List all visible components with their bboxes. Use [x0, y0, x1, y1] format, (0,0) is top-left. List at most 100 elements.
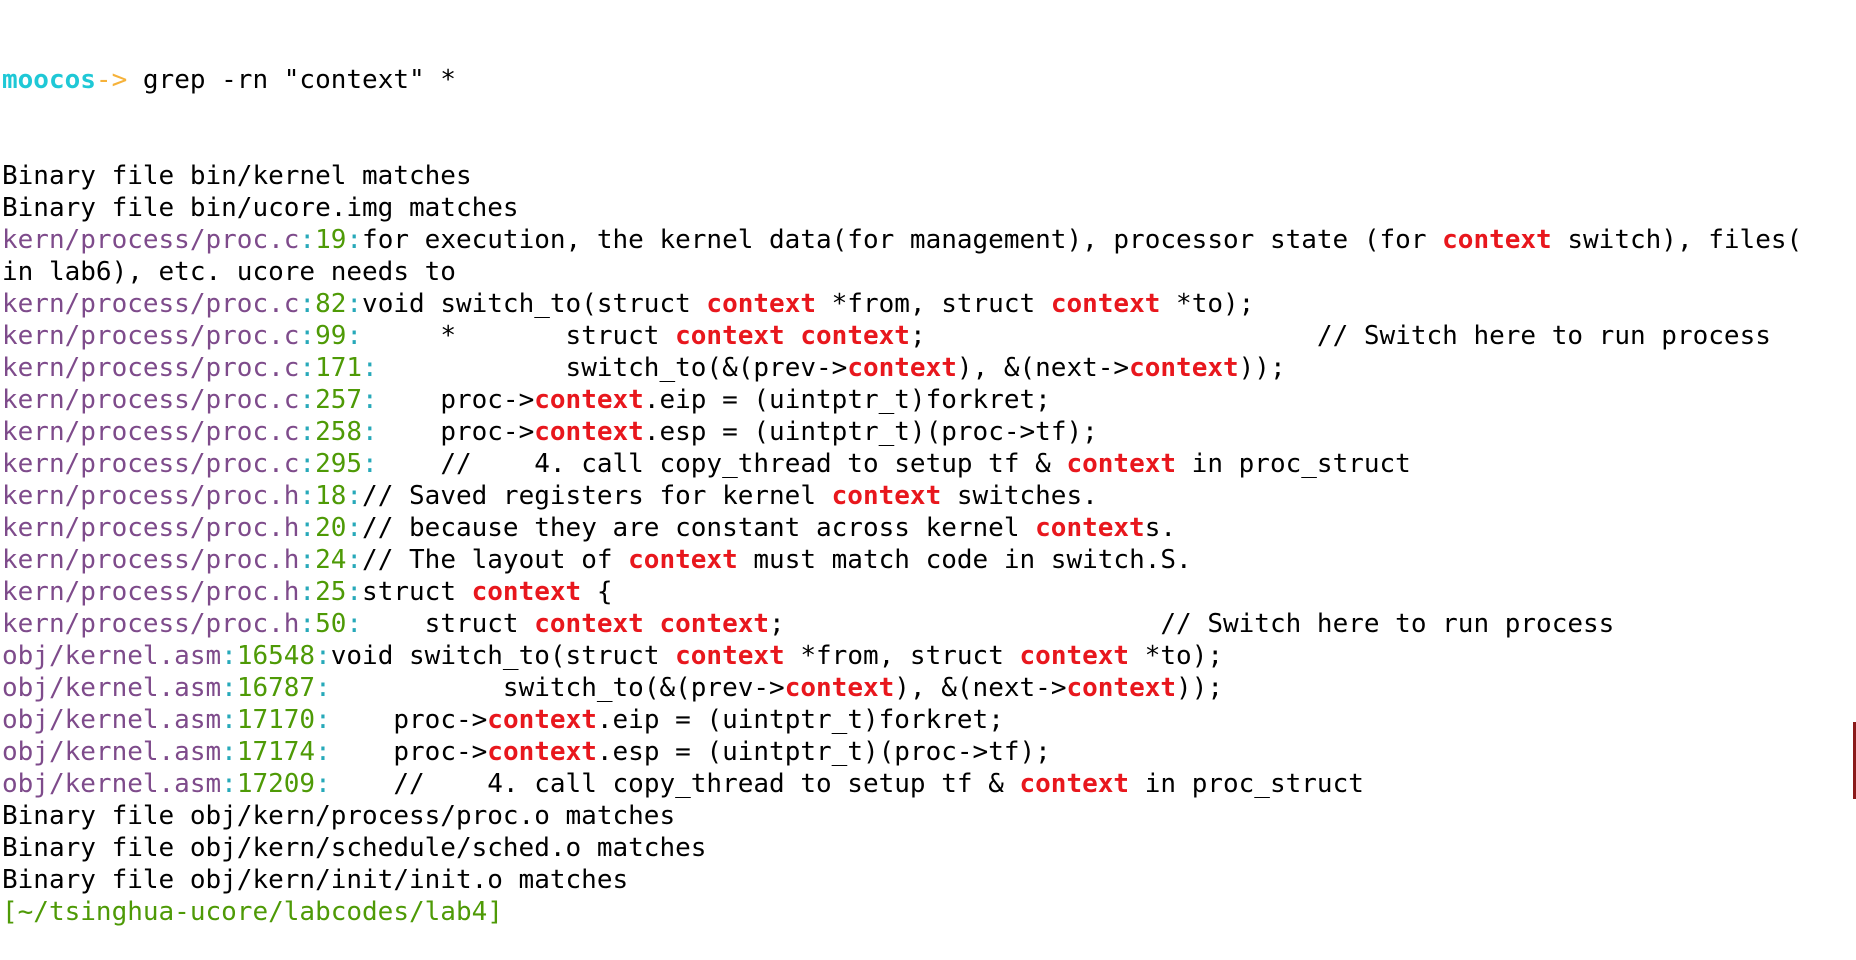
match-text: proc->: [377, 417, 535, 447]
match-highlight: context: [706, 289, 816, 319]
grep-match-line: kern/process/proc.c:258: proc->context.e…: [2, 416, 1854, 448]
match-filename: obj/kernel.asm: [2, 673, 222, 703]
match-separator: :: [346, 577, 363, 607]
match-text: ; // Switch here to run process: [769, 609, 1615, 639]
match-line-number: 17209: [236, 769, 316, 799]
binary-match-line: Binary file obj/kern/process/proc.o matc…: [2, 800, 1854, 832]
match-separator: :: [299, 289, 316, 319]
grep-match-line: kern/process/proc.c:82:void switch_to(st…: [2, 288, 1854, 320]
match-text: struct: [362, 609, 535, 639]
match-filename: obj/kernel.asm: [2, 705, 222, 735]
grep-match-line: kern/process/proc.h:20:// because they a…: [2, 512, 1854, 544]
match-separator: :: [299, 225, 316, 255]
grep-match-line: kern/process/proc.c:257: proc->context.e…: [2, 384, 1854, 416]
match-filename: obj/kernel.asm: [2, 641, 222, 671]
grep-match-line: obj/kernel.asm:17170: proc->context.eip …: [2, 704, 1854, 736]
terminal-output[interactable]: moocos-> grep -rn "context" * Binary fil…: [2, 0, 1854, 960]
match-text: *from, struct: [784, 641, 1020, 671]
match-separator: :: [299, 513, 316, 543]
match-text: *to);: [1160, 289, 1255, 319]
match-highlight: context: [847, 353, 957, 383]
match-line-number: 171: [315, 353, 363, 383]
grep-match-line: obj/kernel.asm:16787: switch_to(&(prev->…: [2, 672, 1854, 704]
match-text: in proc_struct: [1176, 449, 1411, 479]
match-filename: kern/process/proc.h: [2, 513, 300, 543]
match-line-number: 20: [315, 513, 347, 543]
match-separator: :: [362, 385, 378, 415]
match-text: ));: [1238, 353, 1286, 383]
match-separator: :: [221, 641, 237, 671]
match-text: void switch_to(struct: [330, 641, 676, 671]
match-separator: :: [299, 417, 316, 447]
binary-match-line: Binary file obj/kern/schedule/sched.o ma…: [2, 832, 1854, 864]
match-text: // 4. call copy_thread to setup tf &: [377, 449, 1067, 479]
match-separator: :: [346, 513, 363, 543]
match-separator: :: [315, 641, 331, 671]
grep-match-line: obj/kernel.asm:16548:void switch_to(stru…: [2, 640, 1854, 672]
match-separator: :: [346, 289, 363, 319]
match-text: // 4. call copy_thread to setup tf &: [330, 769, 1020, 799]
match-text: struct: [362, 577, 472, 607]
match-highlight: context: [800, 321, 910, 351]
match-filename: kern/process/proc.h: [2, 545, 300, 575]
match-text: // The layout of: [362, 545, 629, 575]
grep-match-line: kern/process/proc.h:50: struct context c…: [2, 608, 1854, 640]
match-text: s.: [1144, 513, 1177, 543]
match-filename: kern/process/proc.c: [2, 417, 300, 447]
match-line-number: 24: [315, 545, 347, 575]
match-separator: :: [346, 481, 363, 511]
prompt-user: moocos: [2, 65, 96, 95]
match-separator: :: [315, 769, 331, 799]
match-text: proc->: [377, 385, 535, 415]
match-separator: :: [299, 321, 316, 351]
match-line-number: 257: [315, 385, 363, 415]
match-highlight: context: [1019, 641, 1130, 671]
grep-match-line: kern/process/proc.c:99: * struct context…: [2, 320, 1854, 352]
match-text: *to);: [1129, 641, 1224, 671]
output-text: Binary file bin/ucore.img matches: [2, 193, 519, 223]
match-line-number: 295: [315, 449, 363, 479]
match-highlight: context: [534, 417, 644, 447]
output-text: Binary file obj/kern/schedule/sched.o ma…: [2, 833, 707, 863]
match-line-number: 19: [315, 225, 347, 255]
match-separator: :: [221, 705, 237, 735]
prompt-arrow: ->: [95, 65, 128, 95]
match-separator: :: [362, 417, 378, 447]
match-separator: :: [299, 385, 316, 415]
binary-match-line: Binary file obj/kern/init/init.o matches: [2, 864, 1854, 896]
output-text: Binary file obj/kern/process/proc.o matc…: [2, 801, 676, 831]
grep-match-line: kern/process/proc.c:295: // 4. call copy…: [2, 448, 1854, 480]
grep-match-line: kern/process/proc.c:171: switch_to(&(pre…: [2, 352, 1854, 384]
grep-match-line: kern/process/proc.h:18:// Saved register…: [2, 480, 1854, 512]
match-highlight: context: [487, 737, 597, 767]
match-highlight: context: [1019, 769, 1130, 799]
binary-match-line: Binary file bin/kernel matches: [2, 160, 1854, 192]
match-text: *from, struct: [816, 289, 1051, 319]
match-text: void switch_to(struct: [362, 289, 707, 319]
binary-match-line: in lab6), etc. ucore needs to: [2, 256, 1854, 288]
grep-match-line: obj/kernel.asm:17174: proc->context.esp …: [2, 736, 1854, 768]
match-line-number: 17174: [236, 737, 316, 767]
match-line-number: 25: [315, 577, 347, 607]
match-text: in proc_struct: [1129, 769, 1364, 799]
match-filename: obj/kernel.asm: [2, 769, 222, 799]
match-separator: :: [299, 609, 316, 639]
match-highlight: context: [534, 385, 644, 415]
match-separator: :: [299, 545, 316, 575]
match-filename: kern/process/proc.c: [2, 385, 300, 415]
match-filename: kern/process/proc.h: [2, 577, 300, 607]
match-separator: :: [346, 609, 363, 639]
match-text: switches.: [941, 481, 1098, 511]
match-separator: :: [346, 321, 363, 351]
match-text: .esp = (uintptr_t)(proc->tf);: [643, 417, 1098, 447]
match-text: proc->: [330, 737, 488, 767]
match-highlight: context: [1442, 225, 1552, 255]
match-text: .esp = (uintptr_t)(proc->tf);: [596, 737, 1051, 767]
prompt-line: moocos-> grep -rn "context" *: [2, 64, 1854, 96]
match-separator: :: [221, 673, 237, 703]
grep-match-line: kern/process/proc.c:19:for execution, th…: [2, 224, 1854, 256]
match-filename: kern/process/proc.c: [2, 289, 300, 319]
match-separator: :: [362, 353, 378, 383]
match-text: [644, 609, 660, 639]
grep-match-line: obj/kernel.asm:17209: // 4. call copy_th…: [2, 768, 1854, 800]
